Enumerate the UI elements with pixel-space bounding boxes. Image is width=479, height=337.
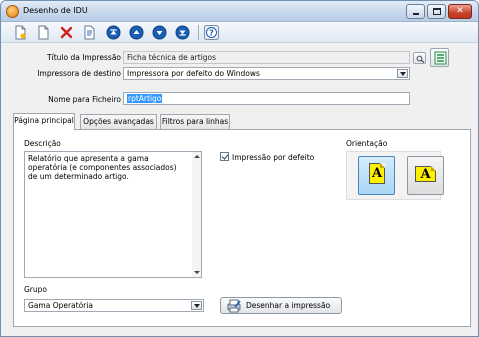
- svg-text:?: ?: [209, 29, 214, 38]
- landscape-glyph: A: [420, 167, 431, 182]
- printer-select[interactable]: Impressora por defeito do Windows: [123, 67, 410, 80]
- title-bar[interactable]: Desenho de IDU ✕: [1, 1, 478, 22]
- printer-select-value: Impressora por defeito do Windows: [127, 69, 260, 78]
- tab-line-filters[interactable]: Filtros para linhas: [160, 114, 230, 129]
- new-icon[interactable]: [13, 25, 28, 40]
- description-label: Descrição: [24, 139, 61, 148]
- default-print-label: Impressão por defeito: [232, 153, 315, 162]
- minimize-button[interactable]: [406, 4, 425, 19]
- filename-label: Nome para Ficheiro: [48, 95, 121, 104]
- description-scrollbar[interactable]: [192, 152, 201, 277]
- group-label: Grupo: [24, 285, 47, 294]
- close-icon: ✕: [456, 6, 464, 16]
- last-record-icon[interactable]: [175, 25, 190, 40]
- delete-icon[interactable]: [59, 25, 74, 40]
- main-window: Desenho de IDU ✕ ? Título da Impressão F…: [0, 0, 479, 337]
- first-record-icon[interactable]: [106, 25, 121, 40]
- tab-main-page[interactable]: Página principal: [13, 113, 75, 130]
- toolbar: ?: [1, 22, 478, 43]
- list-icon: [434, 51, 447, 65]
- blank-document-icon[interactable]: [36, 25, 51, 40]
- toolbar-separator: [198, 25, 199, 40]
- window-title: Desenho de IDU: [23, 6, 88, 15]
- draw-print-button-label: Desenhar a impressão: [246, 301, 331, 310]
- group-select-value: Gama Operatória: [28, 301, 93, 310]
- portrait-glyph: A: [371, 166, 383, 181]
- chevron-down-icon[interactable]: [191, 301, 202, 310]
- scroll-up-icon[interactable]: [194, 155, 200, 158]
- previous-record-icon[interactable]: [129, 25, 144, 40]
- chevron-down-icon[interactable]: [397, 69, 408, 78]
- portrait-page-icon: A: [369, 163, 385, 184]
- next-record-icon[interactable]: [152, 25, 167, 40]
- filename-input-value: rptArtigo: [127, 94, 163, 103]
- app-icon: [6, 5, 19, 18]
- filename-input[interactable]: rptArtigo: [123, 92, 410, 105]
- print-title-label: Título da Impressão: [47, 53, 121, 62]
- description-text: Relatório que apresenta a gama operatóri…: [28, 154, 177, 181]
- minimize-icon: [413, 13, 419, 15]
- properties-icon[interactable]: [82, 25, 97, 40]
- maximize-button[interactable]: [427, 4, 446, 19]
- draw-print-button[interactable]: Desenhar a impressão: [220, 297, 342, 314]
- maximize-icon: [433, 8, 441, 15]
- list-button[interactable]: [430, 48, 449, 67]
- lookup-button[interactable]: [413, 52, 426, 64]
- group-select[interactable]: Gama Operatória: [24, 299, 204, 312]
- draw-print-icon: [227, 299, 241, 313]
- landscape-page-icon: A: [415, 166, 436, 182]
- default-print-checkbox[interactable]: [220, 152, 229, 161]
- description-textarea[interactable]: Relatório que apresenta a gama operatóri…: [24, 151, 202, 278]
- magnifier-icon: [416, 55, 425, 63]
- printer-label: Impressora de destino: [37, 69, 121, 78]
- orientation-label: Orientação: [346, 139, 388, 148]
- close-button[interactable]: ✕: [448, 4, 472, 19]
- scroll-down-icon[interactable]: [194, 271, 200, 274]
- print-title-field[interactable]: Ficha técnica de artigos: [123, 51, 410, 64]
- tab-advanced-options[interactable]: Opções avançadas: [80, 114, 157, 129]
- help-icon[interactable]: ?: [204, 25, 219, 40]
